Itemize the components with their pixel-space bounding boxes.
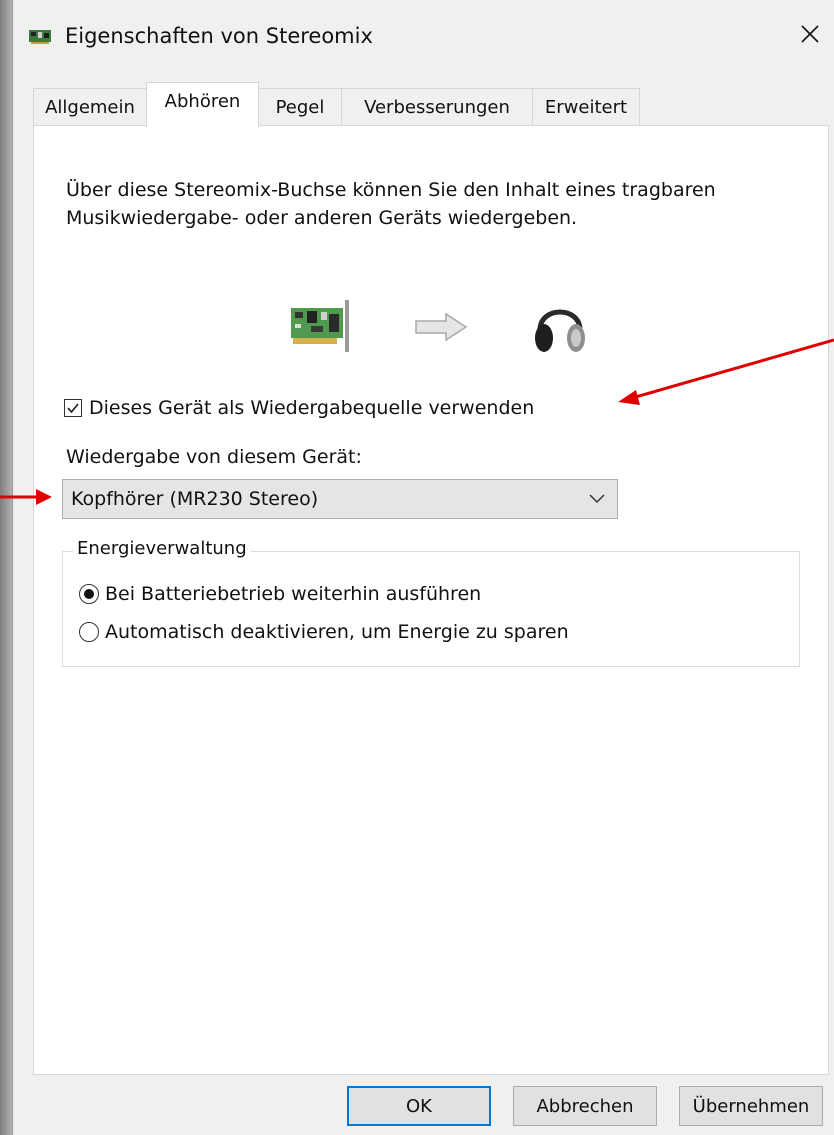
listen-illustration	[284, 294, 604, 364]
ok-button[interactable]: OK	[347, 1086, 491, 1126]
radio-keep-running-label: Bei Batteriebetrieb weiterhin ausführen	[105, 583, 482, 605]
chevron-down-icon	[577, 494, 617, 504]
desktop-background	[0, 0, 12, 1135]
tab-abhoeren[interactable]: Abhören	[146, 82, 259, 127]
checkmark-icon	[67, 403, 79, 414]
tab-pegel[interactable]: Pegel	[258, 88, 342, 126]
description-line-1: Über diese Stereomix-Buchse können Sie d…	[66, 179, 716, 201]
description-text: Über diese Stereomix-Buchse können Sie d…	[66, 176, 806, 232]
radio-keep-running-row[interactable]: Bei Batteriebetrieb weiterhin ausführen	[79, 580, 481, 608]
tab-verbesserungen[interactable]: Verbesserungen	[341, 88, 533, 126]
radio-keep-running[interactable]	[79, 584, 99, 604]
title-bar: Eigenschaften von Stereomix	[13, 0, 834, 76]
close-button[interactable]	[785, 14, 834, 58]
sound-card-title-icon	[29, 29, 51, 44]
description-line-2: Musikwiedergabe- oder anderen Geräts wie…	[66, 207, 578, 229]
use-as-source-checkbox[interactable]	[64, 399, 82, 417]
use-as-source-checkbox-row[interactable]: Dieses Gerät als Wiedergabequelle verwen…	[64, 394, 534, 422]
tab-strip: Allgemein Abhören Pegel Verbesserungen E…	[33, 82, 833, 127]
apply-button[interactable]: Übernehmen	[679, 1086, 823, 1126]
window-title: Eigenschaften von Stereomix	[65, 24, 373, 48]
cancel-button[interactable]: Abbrechen	[513, 1086, 657, 1126]
playback-device-select[interactable]: Kopfhörer (MR230 Stereo)	[62, 479, 618, 519]
tab-erweitert[interactable]: Erweitert	[532, 88, 640, 126]
headphones-icon	[532, 294, 588, 362]
radio-auto-disable[interactable]	[79, 622, 99, 642]
properties-dialog: Eigenschaften von Stereomix Allgemein Ab…	[12, 0, 834, 1135]
power-management-group: Energieverwaltung Bei Batteriebetrieb we…	[62, 538, 800, 667]
radio-selected-dot	[84, 589, 94, 599]
use-as-source-label: Dieses Gerät als Wiedergabequelle verwen…	[89, 397, 535, 419]
arrow-right-icon	[414, 312, 468, 346]
radio-auto-disable-label: Automatisch deaktivieren, um Energie zu …	[105, 621, 569, 643]
playback-device-label: Wiedergabe von diesem Gerät:	[66, 446, 362, 468]
tab-allgemein[interactable]: Allgemein	[33, 88, 147, 126]
close-icon	[800, 24, 820, 48]
tab-panel-abhoeren: Über diese Stereomix-Buchse können Sie d…	[33, 125, 829, 1075]
sound-card-icon	[289, 300, 353, 356]
power-management-title: Energieverwaltung	[73, 538, 251, 559]
radio-auto-disable-row[interactable]: Automatisch deaktivieren, um Energie zu …	[79, 618, 569, 646]
playback-device-value: Kopfhörer (MR230 Stereo)	[71, 488, 319, 510]
